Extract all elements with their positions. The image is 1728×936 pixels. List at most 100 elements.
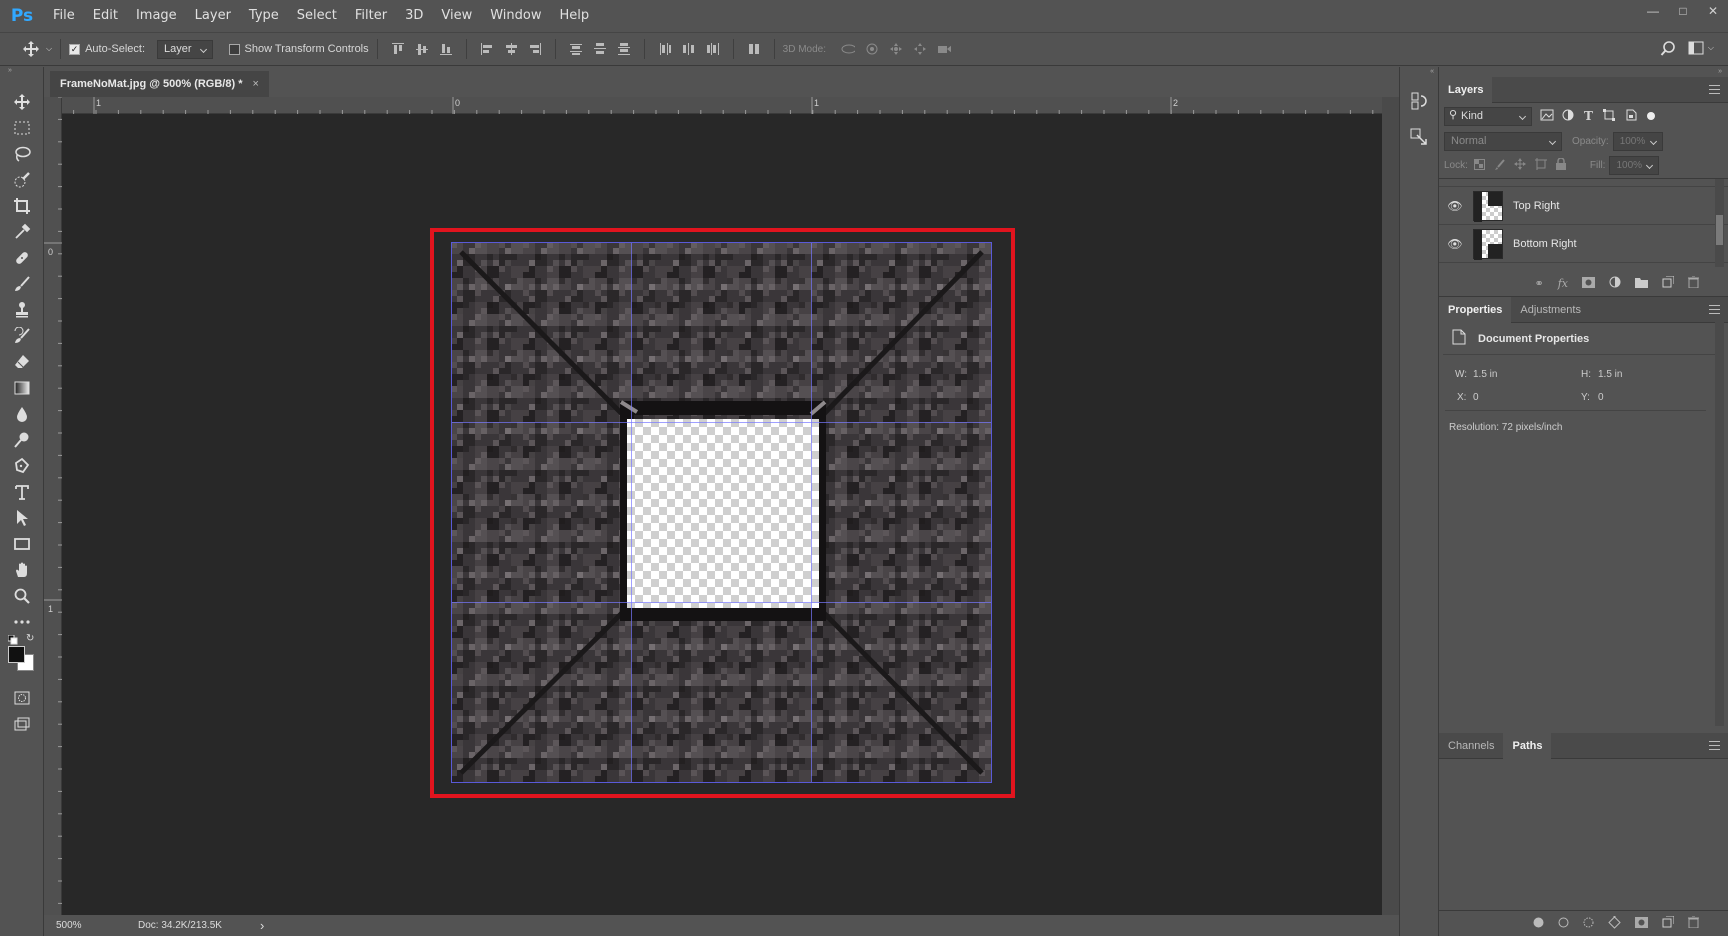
- minimize-icon[interactable]: —: [1638, 0, 1668, 22]
- menu-layer[interactable]: Layer: [186, 0, 240, 32]
- 3d-scale-icon[interactable]: [937, 42, 951, 56]
- history-panel-button[interactable]: [1409, 91, 1429, 111]
- collapse-arrows-icon[interactable]: »: [0, 67, 43, 75]
- x-value[interactable]: 0: [1473, 392, 1479, 403]
- menu-3d[interactable]: 3D: [396, 0, 432, 32]
- distribute-left-icon[interactable]: [658, 42, 672, 56]
- panel-menu-icon[interactable]: [1709, 305, 1720, 314]
- eye-icon[interactable]: 👁: [1439, 237, 1471, 251]
- align-bottom-icon[interactable]: [439, 42, 453, 56]
- menu-window[interactable]: Window: [481, 0, 550, 32]
- panel-menu-icon[interactable]: [1709, 741, 1720, 750]
- vertical-scrollbar[interactable]: [1382, 97, 1399, 915]
- type-tool[interactable]: [0, 479, 44, 505]
- rectangle-tool[interactable]: [0, 531, 44, 557]
- screen-mode-button[interactable]: [0, 711, 44, 737]
- link-layers-icon[interactable]: ⚭: [1535, 277, 1544, 290]
- fill-field[interactable]: 100%: [1609, 156, 1660, 175]
- layer-row[interactable]: 👁 Bottom Right: [1439, 225, 1728, 263]
- healing-brush-tool[interactable]: [0, 245, 44, 271]
- new-group-icon[interactable]: [1635, 277, 1648, 291]
- y-value[interactable]: 0: [1598, 392, 1604, 403]
- quick-mask-button[interactable]: [0, 685, 44, 711]
- layer-filter-dropdown[interactable]: ⚲ Kind: [1444, 106, 1532, 126]
- search-icon[interactable]: [1660, 41, 1676, 60]
- align-right-icon[interactable]: [528, 42, 542, 56]
- filter-shape-icon[interactable]: [1602, 108, 1615, 124]
- eyedropper-tool[interactable]: [0, 219, 44, 245]
- new-layer-icon[interactable]: [1662, 275, 1675, 291]
- distribute-vertical-center-icon[interactable]: [593, 42, 607, 56]
- scrollbar-thumb[interactable]: [1716, 215, 1723, 245]
- blend-mode-dropdown[interactable]: Normal: [1444, 131, 1562, 151]
- move-tool-preset[interactable]: ⌵: [22, 40, 52, 58]
- collapse-arrows-icon[interactable]: »: [1439, 67, 1728, 77]
- tab-paths[interactable]: Paths: [1503, 732, 1552, 759]
- move-tool[interactable]: [0, 89, 44, 115]
- document-tab[interactable]: FrameNoMat.jpg @ 500% (RGB/8) * ×: [50, 71, 269, 97]
- 3d-pan-icon[interactable]: [889, 42, 903, 56]
- eraser-tool[interactable]: [0, 349, 44, 375]
- align-horizontal-center-icon[interactable]: [504, 42, 518, 56]
- distribute-top-icon[interactable]: [569, 42, 583, 56]
- lock-image-icon[interactable]: [1494, 158, 1505, 173]
- align-top-icon[interactable]: [391, 42, 405, 56]
- filter-toggle-icon[interactable]: [1646, 112, 1655, 120]
- menu-image[interactable]: Image: [127, 0, 186, 32]
- lock-transparent-icon[interactable]: [1473, 158, 1485, 173]
- stroke-path-icon[interactable]: [1558, 917, 1569, 931]
- marquee-tool[interactable]: [0, 115, 44, 141]
- menu-help[interactable]: Help: [551, 0, 599, 32]
- menu-type[interactable]: Type: [240, 0, 288, 32]
- align-vertical-center-icon[interactable]: [415, 42, 429, 56]
- layer-row[interactable]: 👁 Top Right: [1439, 187, 1728, 225]
- properties-scrollbar[interactable]: [1715, 321, 1724, 726]
- history-brush-tool[interactable]: [0, 323, 44, 349]
- tab-adjustments[interactable]: Adjustments: [1511, 297, 1590, 323]
- filter-smart-object-icon[interactable]: [1625, 109, 1637, 124]
- menu-file[interactable]: File: [44, 0, 84, 32]
- pen-tool[interactable]: [0, 453, 44, 479]
- blur-tool[interactable]: [0, 401, 44, 427]
- 3d-roll-icon[interactable]: [865, 42, 879, 56]
- 3d-slide-icon[interactable]: [913, 42, 927, 56]
- hand-tool[interactable]: [0, 557, 44, 583]
- lasso-tool[interactable]: [0, 141, 44, 167]
- tab-layers[interactable]: Layers: [1439, 76, 1493, 103]
- clone-stamp-tool[interactable]: [0, 297, 44, 323]
- tab-properties[interactable]: Properties: [1439, 296, 1512, 323]
- path-selection-tool[interactable]: [0, 505, 44, 531]
- panel-menu-icon[interactable]: [1709, 85, 1720, 94]
- swap-colors-icon[interactable]: ↻: [26, 633, 34, 644]
- auto-align-layers-icon[interactable]: [747, 42, 761, 56]
- show-transform-controls-toggle[interactable]: Show Transform Controls: [228, 43, 369, 55]
- lock-artboard-icon[interactable]: [1534, 158, 1547, 173]
- document-artwork[interactable]: [451, 242, 992, 783]
- path-to-selection-icon[interactable]: [1583, 917, 1594, 931]
- status-menu-arrow[interactable]: ›: [260, 918, 264, 933]
- crop-tool[interactable]: [0, 193, 44, 219]
- eye-icon[interactable]: 👁: [1439, 199, 1471, 213]
- width-value[interactable]: 1.5 in: [1473, 369, 1497, 380]
- canvas-area[interactable]: [62, 114, 1382, 915]
- filter-type-icon[interactable]: T: [1584, 109, 1593, 123]
- lock-all-icon[interactable]: [1555, 157, 1566, 173]
- show-transform-checkbox[interactable]: [228, 43, 240, 55]
- height-value[interactable]: 1.5 in: [1598, 369, 1622, 380]
- adjustment-layer-icon[interactable]: [1609, 276, 1621, 291]
- workspace-switcher[interactable]: ⌵: [1688, 41, 1714, 55]
- foreground-color-swatch[interactable]: [8, 646, 25, 663]
- layers-scrollbar[interactable]: [1715, 179, 1724, 267]
- align-left-icon[interactable]: [480, 42, 494, 56]
- zoom-tool[interactable]: [0, 583, 44, 609]
- brush-tool[interactable]: [0, 271, 44, 297]
- 3d-orbit-icon[interactable]: [841, 42, 855, 56]
- add-mask-icon[interactable]: [1635, 916, 1648, 931]
- dodge-tool[interactable]: [0, 427, 44, 453]
- vertical-ruler[interactable]: 0 1: [44, 97, 62, 915]
- horizontal-ruler[interactable]: 1 0 1 2: [62, 97, 1382, 114]
- selection-to-path-icon[interactable]: [1608, 915, 1621, 932]
- collapse-arrows-icon[interactable]: «: [1400, 67, 1438, 77]
- menu-filter[interactable]: Filter: [346, 0, 396, 32]
- opacity-field[interactable]: 100%: [1612, 131, 1663, 151]
